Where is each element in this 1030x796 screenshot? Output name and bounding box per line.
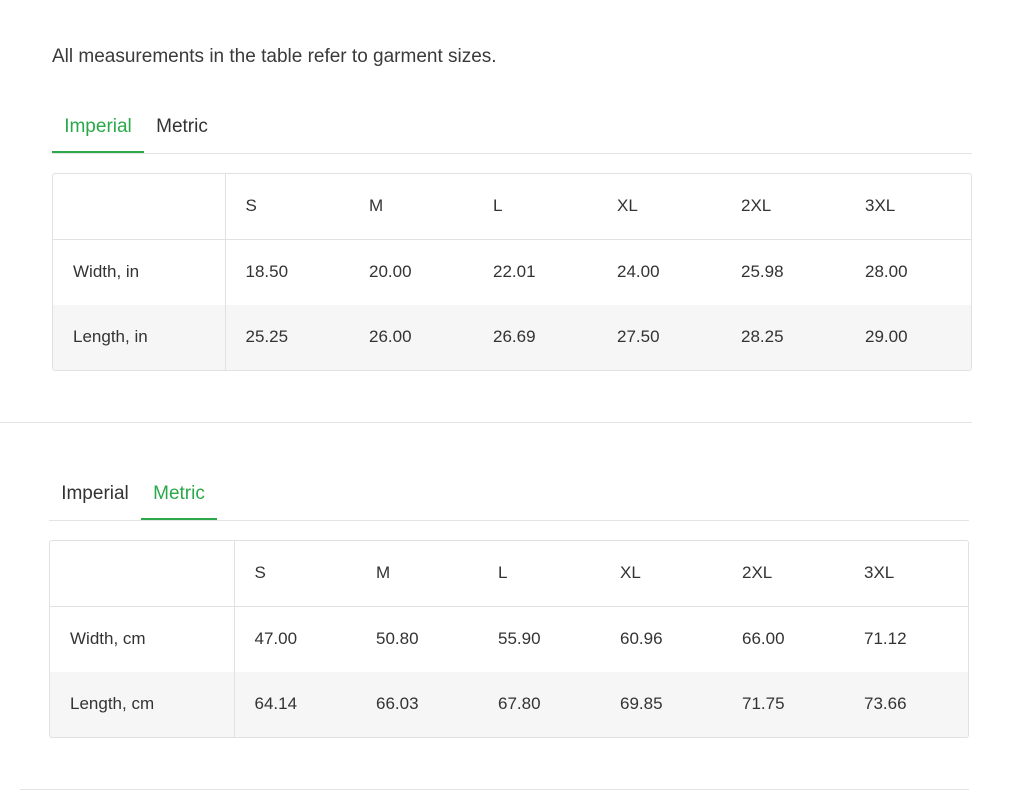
table-header-row: S M L XL 2XL 3XL <box>53 174 971 240</box>
section-divider <box>0 422 972 423</box>
measurement-cell: 50.80 <box>376 629 419 648</box>
measurement-cell: 26.69 <box>473 304 597 370</box>
measurement-cell: 73.66 <box>844 671 968 737</box>
size-header: 2XL <box>722 541 844 607</box>
size-header: L <box>478 541 600 607</box>
unit-tabs-metric-section: Imperial Metric <box>49 480 969 521</box>
table-row: Length, in 25.25 26.00 26.69 27.50 28.25… <box>53 304 971 370</box>
corner-cell <box>50 541 235 607</box>
corner-cell <box>53 174 226 240</box>
tab-imperial[interactable]: Imperial <box>59 480 131 520</box>
row-label: Width, cm <box>50 606 235 672</box>
measurement-cell: 28.00 <box>865 262 908 281</box>
size-header: M <box>356 541 478 607</box>
measurement-cell: 25.98 <box>741 262 784 281</box>
size-header: M <box>349 174 473 240</box>
unit-tabs-imperial-section: Imperial Metric <box>52 113 972 154</box>
table-row: Width, in 18.50 20.00 22.01 24.00 25.98 … <box>53 239 971 305</box>
measurement-cell: 29.00 <box>845 304 971 370</box>
intro-text: All measurements in the table refer to g… <box>52 46 497 67</box>
measurement-cell: 66.00 <box>742 629 785 648</box>
size-header: 2XL <box>721 174 845 240</box>
size-header: S <box>225 174 349 240</box>
row-label: Length, cm <box>50 671 235 737</box>
measurement-cell: 67.80 <box>478 671 600 737</box>
measurement-cell: 55.90 <box>498 629 541 648</box>
measurement-cell: 26.00 <box>349 304 473 370</box>
size-header: XL <box>600 541 722 607</box>
measurement-cell: 28.25 <box>721 304 845 370</box>
size-header: L <box>473 174 597 240</box>
measurement-cell: 24.00 <box>617 262 660 281</box>
size-header: S <box>234 541 356 607</box>
measurement-cell: 60.96 <box>620 629 663 648</box>
size-table-imperial: S M L XL 2XL 3XL Width, in 18.50 20.00 2… <box>52 173 972 371</box>
tab-metric[interactable]: Metric <box>154 113 210 153</box>
size-table-metric: S M L XL 2XL 3XL Width, cm 47.00 50.80 5… <box>49 540 969 738</box>
measurement-cell: 18.50 <box>245 262 289 281</box>
measurement-cell: 66.03 <box>356 671 478 737</box>
measurement-cell: 25.25 <box>225 304 349 370</box>
row-label: Width, in <box>53 239 226 305</box>
measurement-cell: 27.50 <box>597 304 721 370</box>
size-header: 3XL <box>844 541 968 607</box>
measurement-cell: 64.14 <box>234 671 356 737</box>
measurement-cell: 22.01 <box>493 262 536 281</box>
size-header: XL <box>597 174 721 240</box>
measurement-cell: 69.85 <box>600 671 722 737</box>
measurement-cell: 71.12 <box>864 629 907 648</box>
row-label: Length, in <box>53 304 226 370</box>
table-row: Length, cm 64.14 66.03 67.80 69.85 71.75… <box>50 671 968 737</box>
tab-metric[interactable]: Metric <box>141 480 217 520</box>
measurement-cell: 71.75 <box>722 671 844 737</box>
measurement-cell: 47.00 <box>254 629 298 648</box>
tab-imperial[interactable]: Imperial <box>52 113 144 153</box>
measurement-cell: 20.00 <box>369 262 412 281</box>
size-header: 3XL <box>845 174 971 240</box>
table-header-row: S M L XL 2XL 3XL <box>50 541 968 607</box>
section-divider <box>20 789 969 790</box>
table-row: Width, cm 47.00 50.80 55.90 60.96 66.00 … <box>50 606 968 672</box>
